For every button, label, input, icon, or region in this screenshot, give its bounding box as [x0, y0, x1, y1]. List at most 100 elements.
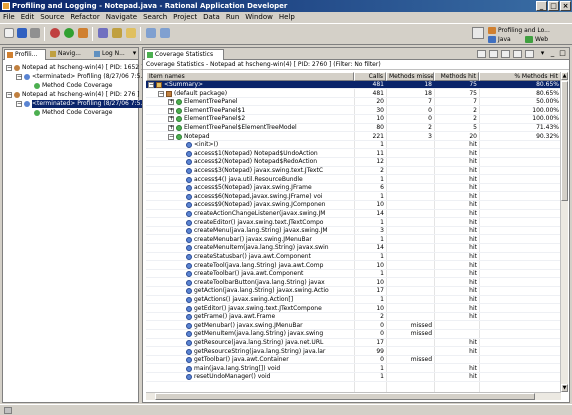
tab-log-navigator[interactable]: Log N... [92, 49, 130, 60]
column-header-methods-hit[interactable]: Methods hit [434, 72, 479, 81]
tab-coverage-statistics[interactable]: Coverage Statistics [144, 49, 224, 60]
fast-view-icon[interactable] [4, 407, 12, 414]
maximize-view-icon[interactable]: □ [559, 50, 566, 57]
print-icon[interactable] [30, 28, 40, 38]
table-row[interactable]: createMenubar() javax.swing.JMenuBar 1 hit [146, 236, 561, 245]
table-row[interactable]: access$9(Notepad) javax.swing.JComponen 1… [146, 201, 561, 210]
collapse-icon[interactable]: − [148, 82, 154, 88]
method-level-icon[interactable] [525, 50, 534, 58]
table-row[interactable]: createTool(java.lang.String) java.awt.Co… [146, 262, 561, 270]
refresh-icon[interactable] [477, 50, 486, 58]
run-icon[interactable] [64, 28, 74, 38]
horizontal-scrollbar[interactable] [146, 392, 561, 400]
menu-run[interactable]: Run [223, 12, 242, 23]
menu-help[interactable]: Help [276, 12, 298, 23]
maximize-button[interactable]: □ [548, 1, 559, 11]
search-icon[interactable] [126, 28, 136, 38]
table-row[interactable]: getActions() javax.swing.Action[] 1 hit [146, 296, 561, 305]
table-row[interactable]: getEditor() javax.swing.text.JTextCompon… [146, 305, 561, 313]
menu-source[interactable]: Source [37, 12, 67, 23]
table-row[interactable]: − (default package) 481 18 75 80.65% [146, 90, 561, 98]
table-row[interactable]: <init>() 1 hit [146, 141, 561, 150]
table-row[interactable]: access$2(Notepad) Notepad$RedoAction 12 hi… [146, 158, 561, 167]
minimize-button[interactable]: _ [536, 1, 547, 11]
open-perspective-icon[interactable] [472, 27, 484, 39]
back-icon[interactable] [146, 28, 156, 38]
table-row[interactable]: + ElementTreePanel$2 10 0 2 100.00% [146, 115, 561, 124]
close-button[interactable]: × [560, 1, 571, 11]
menu-data[interactable]: Data [200, 12, 223, 23]
filter-icon[interactable] [489, 50, 498, 58]
save-icon[interactable] [17, 28, 27, 38]
tree-item[interactable]: Method Code Coverage [3, 82, 138, 90]
expand-icon[interactable]: + [168, 116, 174, 123]
column-header-calls[interactable]: Calls [354, 72, 386, 81]
table-row[interactable]: getMenuItem(java.lang.String) javax.swin… [146, 330, 561, 339]
table-row[interactable]: getResourceString(java.lang.String) java… [146, 348, 561, 356]
table-row[interactable]: + ElementTreePanel$ElementTreeModel 80 2 5 71… [146, 124, 561, 133]
column-header-item-names[interactable]: Item names [146, 72, 354, 81]
scroll-down-icon[interactable]: ▼ [561, 384, 568, 392]
tree-item[interactable]: Method Code Coverage [3, 109, 138, 117]
table-row[interactable]: main(java.lang.String[]) void 1 hit [146, 365, 561, 374]
column-header-percent-hit[interactable]: % Methods Hit [479, 72, 561, 81]
table-row[interactable]: + ElementTreePanel 20 7 7 50.00% [146, 98, 561, 107]
tree-item[interactable]: − <terminated> Profiling (8/27/06 7:5... [3, 73, 146, 81]
perspective-profiling[interactable]: Profiling and Lo... [488, 26, 550, 35]
collapse-icon[interactable]: − [168, 133, 174, 140]
minimize-view-icon[interactable]: _ [549, 50, 556, 57]
view-menu-icon[interactable]: ▾ [131, 50, 138, 57]
forward-icon[interactable] [160, 28, 170, 38]
table-row[interactable]: createActionChangeListener(javax.swing.J… [146, 210, 561, 219]
tree-item[interactable]: − Notepad at hscheng-win(4) [ PID: 1652 ] [3, 64, 143, 72]
table-row[interactable]: resetUndoManager() void 1 hit [146, 373, 561, 382]
table-row[interactable]: − Notepad 221 3 20 90.32% [146, 133, 561, 141]
table-row[interactable]: createMenuItem(java.lang.String) javax.s… [146, 244, 561, 253]
table-row[interactable]: createToolbar() java.awt.Component 1 hit [146, 270, 561, 279]
table-row[interactable]: createEditor() javax.swing.text.JTextCom… [146, 219, 561, 227]
table-row[interactable]: access$3(Notepad) javax.swing.text.JText… [146, 167, 561, 176]
hscroll-thumb[interactable] [155, 393, 535, 400]
table-row[interactable]: getAction(java.lang.String) javax.swing.… [146, 287, 561, 296]
table-row[interactable]: createToolbarButton(java.lang.String) ja… [146, 279, 561, 288]
vertical-scrollbar[interactable]: ▲ ▼ [560, 72, 568, 392]
profile-icon[interactable] [78, 28, 88, 38]
menu-refactor[interactable]: Refactor [67, 12, 102, 23]
new-java-project-icon[interactable] [98, 28, 108, 38]
open-type-icon[interactable] [112, 28, 122, 38]
collapse-icon[interactable]: − [6, 92, 12, 98]
table-row[interactable]: getToolbar() java.awt.Container 0 missed [146, 356, 561, 365]
class-level-icon[interactable] [513, 50, 522, 58]
menu-search[interactable]: Search [140, 12, 170, 23]
scroll-thumb[interactable] [561, 81, 568, 201]
collapse-icon[interactable]: − [6, 65, 12, 71]
table-row[interactable]: access$1(Notepad) Notepad$UndoAction 11 hi… [146, 150, 561, 159]
table-row[interactable]: access$4() java.util.ResourceBundle 1 hit [146, 176, 561, 184]
table-row[interactable]: access$5(Notepad) javax.swing.JFrame 6 hit [146, 184, 561, 193]
expand-icon[interactable]: + [168, 125, 174, 131]
expand-icon[interactable]: + [168, 107, 174, 114]
menu-file[interactable]: File [0, 12, 18, 23]
tab-profiling-monitor[interactable]: Profili... [4, 49, 46, 60]
menu-project[interactable]: Project [170, 12, 200, 23]
expand-icon[interactable]: + [168, 99, 174, 106]
menu-navigate[interactable]: Navigate [103, 12, 140, 23]
table-row[interactable]: createMenu(java.lang.String) javax.swing… [146, 227, 561, 236]
tree-item[interactable]: − Notepad at hscheng-win(4) [ PID: 276 ] [3, 91, 140, 99]
table-row[interactable]: getMenubar() javax.swing.JMenuBar 0 missed [146, 322, 561, 331]
menu-edit[interactable]: Edit [18, 12, 38, 23]
table-row[interactable]: − <Summary> 481 18 75 80.65% [146, 81, 561, 90]
table-row[interactable]: + ElementTreePanel$1 30 0 2 100.00% [146, 107, 561, 116]
perspective-web[interactable]: Web [525, 35, 548, 44]
new-icon[interactable] [4, 28, 14, 38]
collapse-icon[interactable]: − [16, 74, 22, 80]
tab-navigator[interactable]: Navig... [48, 49, 90, 60]
collapse-icon[interactable]: − [16, 101, 22, 107]
tree-item[interactable]: − <terminated> Profiling (8/27/06 7:5... [3, 100, 147, 108]
package-level-icon[interactable] [501, 50, 510, 58]
table-row[interactable]: createStatusbar() java.awt.Component 1 hit [146, 253, 561, 262]
menu-window[interactable]: Window [242, 12, 276, 23]
table-row[interactable]: getFrame() java.awt.Frame 2 hit [146, 313, 561, 322]
debug-icon[interactable] [50, 28, 60, 38]
collapse-icon[interactable]: − [158, 90, 164, 97]
